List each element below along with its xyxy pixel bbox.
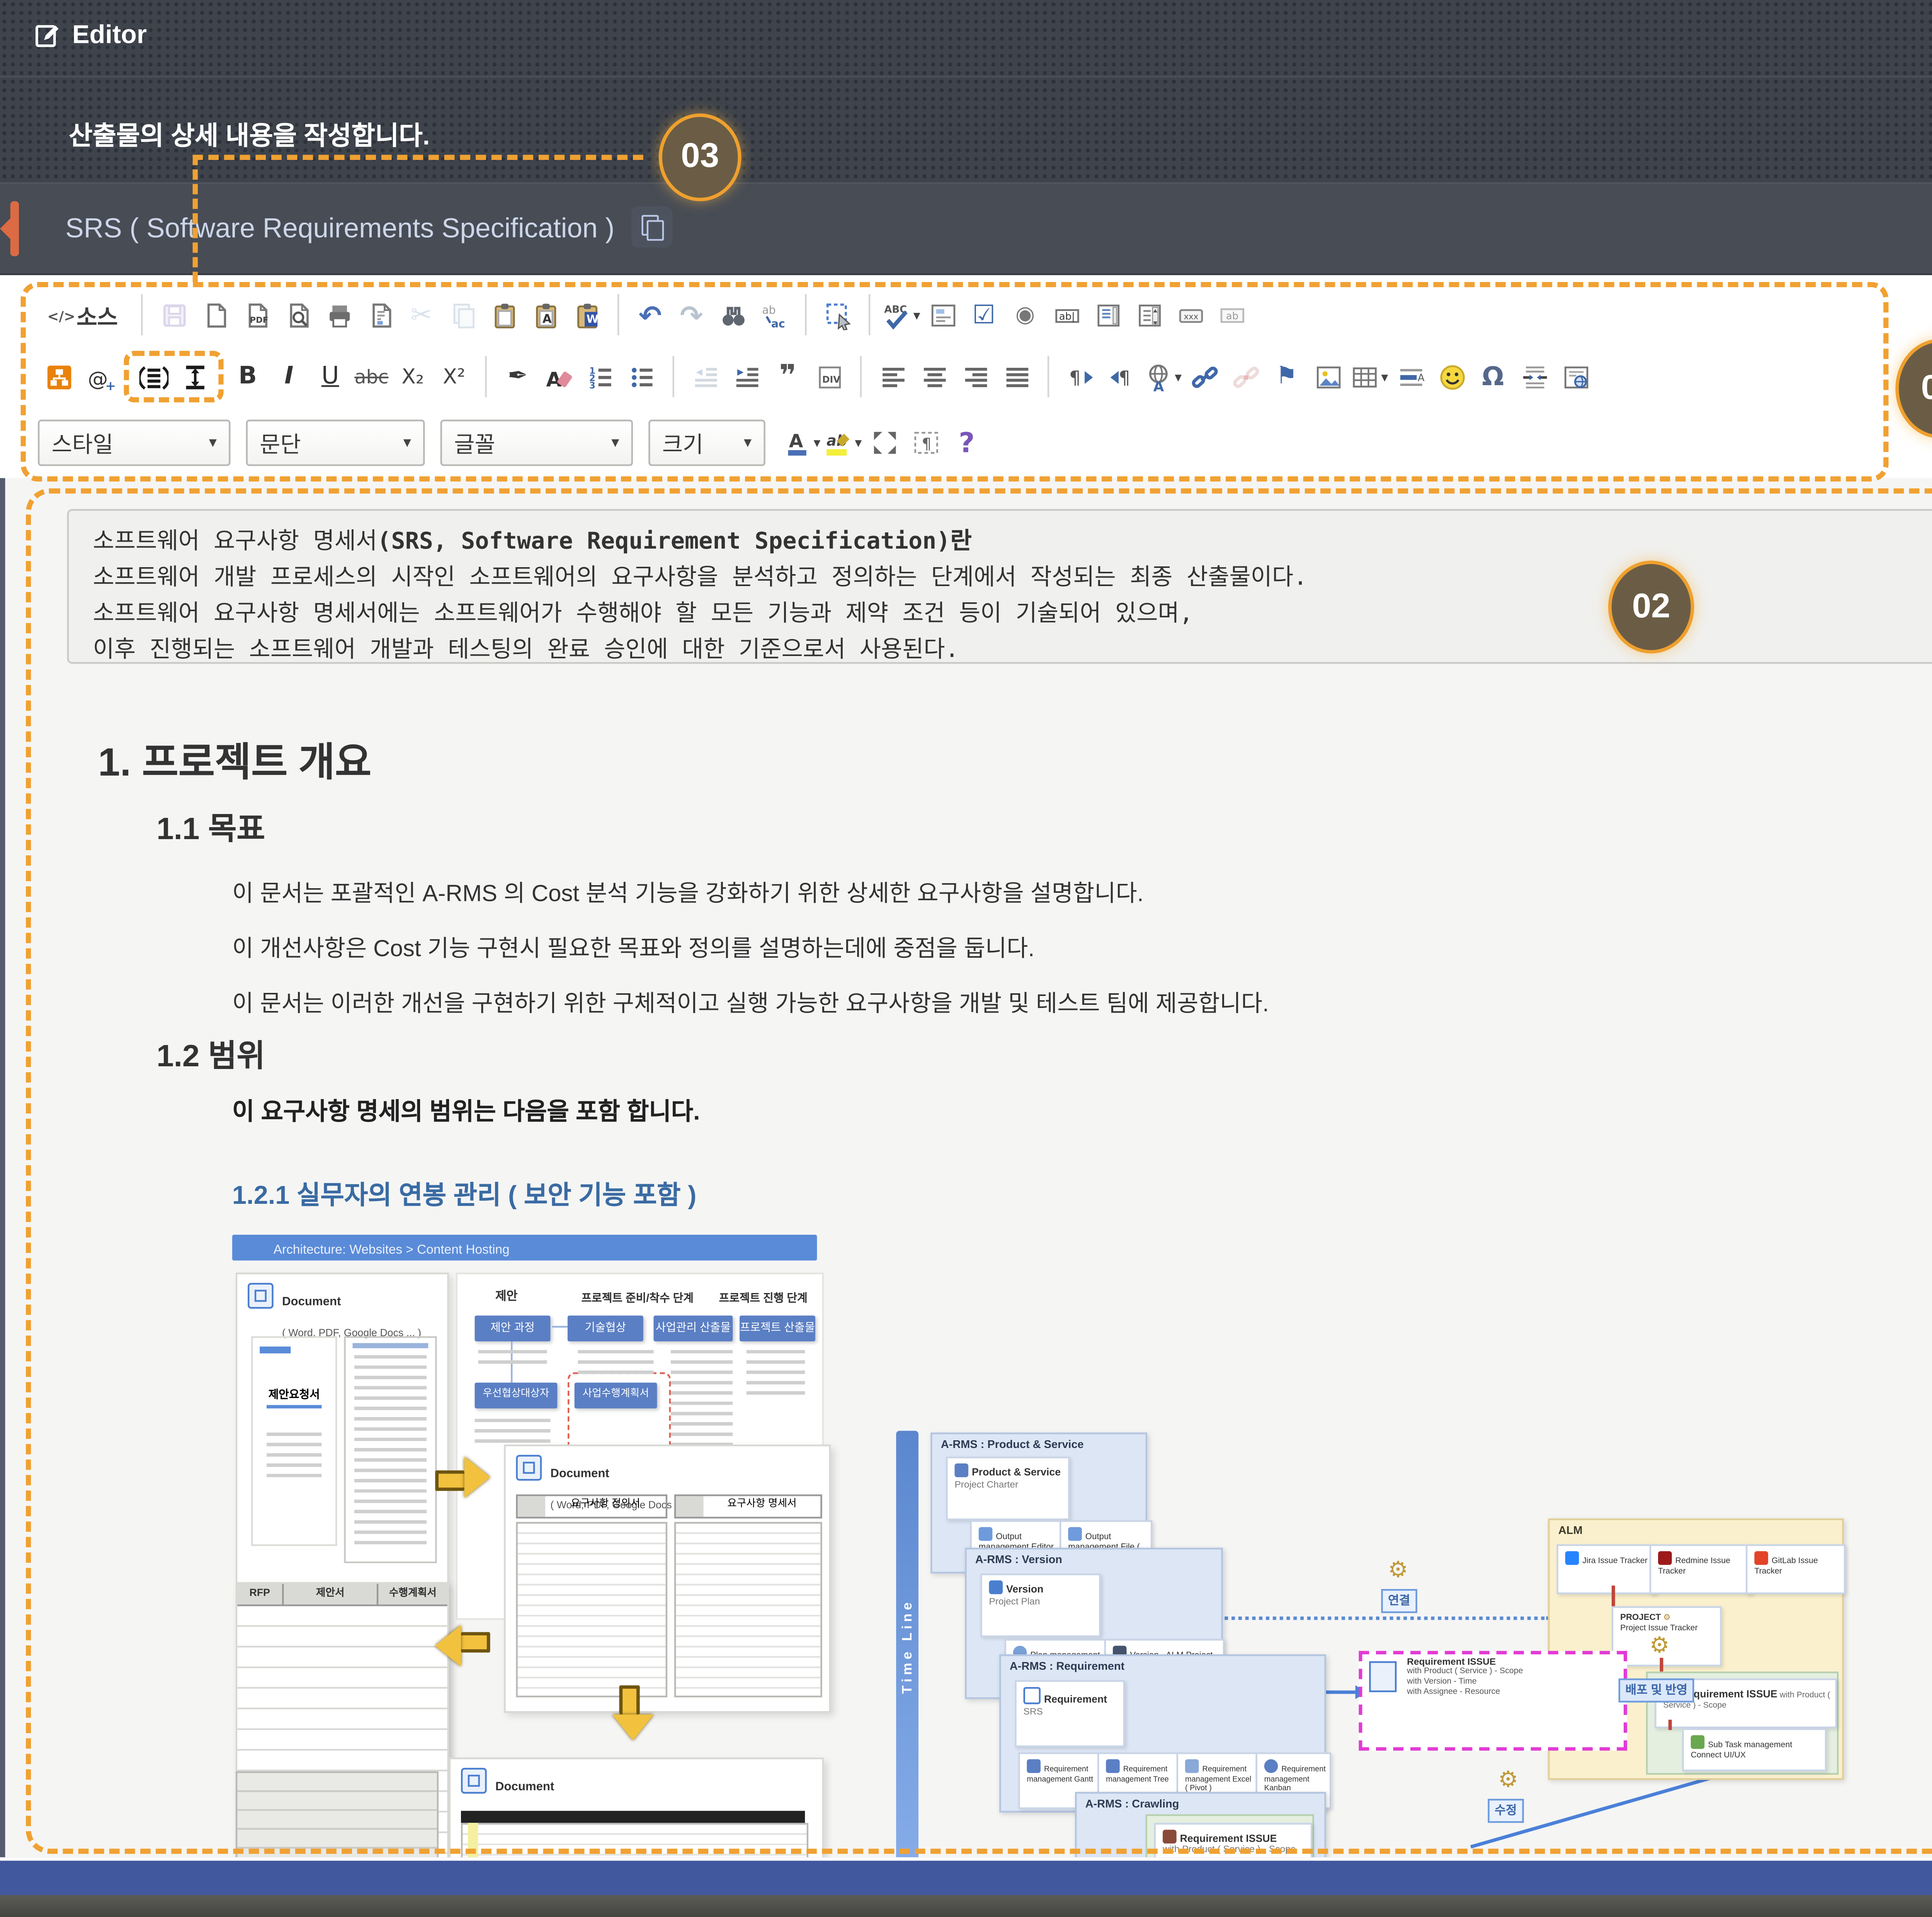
editor-toolbar: </>소스PDF✂AW↶↷abacABC▾☑◉ab|xxxab @+BIUabc… <box>0 275 1932 480</box>
title-accent-icon <box>10 201 19 256</box>
annotation-03-line-v <box>193 155 198 282</box>
app-title: Editor <box>72 20 147 50</box>
page-description: 산출물의 상세 내용을 작성합니다. <box>69 117 430 153</box>
annotation-03-line <box>193 155 643 160</box>
annotation-badge-02: 02 <box>1608 561 1694 653</box>
annotation-02-box <box>26 488 1932 1854</box>
annotation-badge-03: 03 <box>659 114 742 201</box>
description-row: 산출물의 상세 내용을 작성합니다. Help? <box>0 76 1932 182</box>
bottom-footer-bar <box>0 1895 1932 1917</box>
editor-window: Editor 산출물의 상세 내용을 작성합니다. Help? SRS ( So… <box>0 0 1932 1917</box>
copy-icon <box>641 215 663 239</box>
edit-pencil-icon <box>34 22 60 48</box>
annotation-01-box <box>20 282 1888 481</box>
document-title-row: SRS ( Software Requirements Specificatio… <box>0 182 1932 275</box>
document-title: SRS ( Software Requirements Specificatio… <box>65 215 614 246</box>
copy-title-button[interactable] <box>632 206 673 248</box>
app-header: Editor 산출물의 상세 내용을 작성합니다. Help? SRS ( So… <box>0 0 1932 275</box>
bottom-blue-bar <box>0 1857 1932 1898</box>
app-title-wrap: Editor <box>34 20 147 50</box>
editor-content[interactable]: 소프트웨어 요구사항 명세서(SRS, Software Requirement… <box>0 478 1932 1857</box>
titlebar-row: Editor <box>0 0 1932 77</box>
